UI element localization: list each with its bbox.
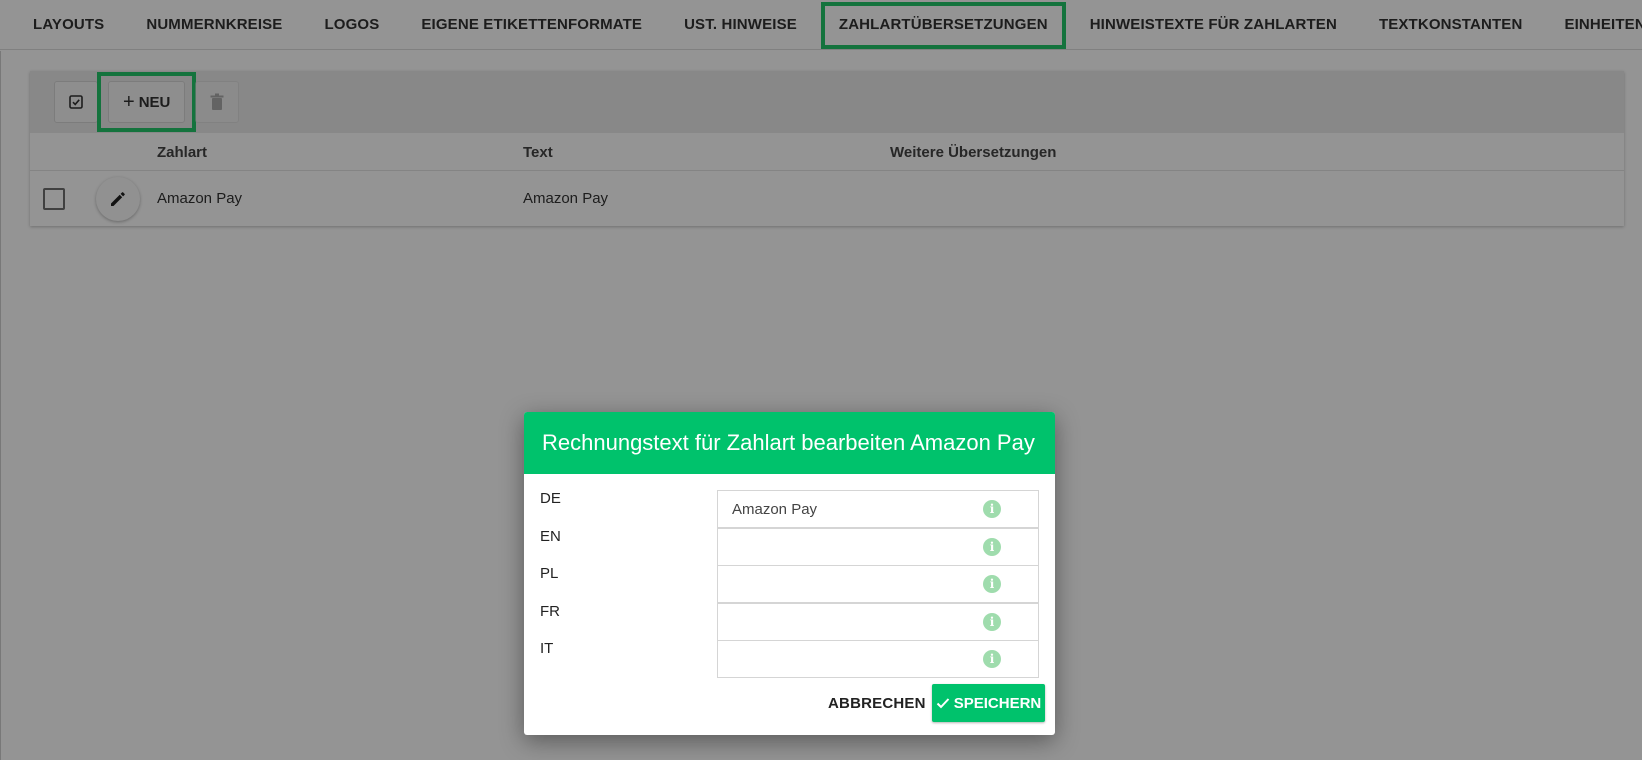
lang-label-fr: FR [540, 603, 560, 620]
cancel-button[interactable]: ABBRECHEN [822, 684, 932, 722]
lang-row-pl: PL i [524, 565, 1055, 603]
edit-invoice-text-dialog: Rechnungstext für Zahlart bearbeiten Ama… [524, 412, 1055, 735]
info-icon[interactable]: i [983, 500, 1001, 518]
dialog-body: DE i EN i PL i FR i IT i [524, 474, 1055, 678]
save-button-label: SPEICHERN [953, 694, 1042, 712]
lang-label-pl: PL [540, 565, 559, 582]
info-icon[interactable]: i [983, 575, 1001, 593]
lang-row-fr: FR i [524, 603, 1055, 641]
check-icon [936, 698, 949, 709]
lang-row-de: DE i [524, 490, 1055, 528]
info-icon[interactable]: i [983, 650, 1001, 668]
lang-label-it: IT [540, 640, 554, 657]
info-icon[interactable]: i [983, 538, 1001, 556]
dialog-title: Rechnungstext für Zahlart bearbeiten Ama… [524, 412, 1055, 474]
info-icon[interactable]: i [983, 613, 1001, 631]
lang-label-de: DE [540, 490, 561, 507]
lang-label-en: EN [540, 528, 561, 545]
lang-row-en: EN i [524, 528, 1055, 566]
save-button[interactable]: SPEICHERN [932, 684, 1045, 722]
dialog-actions: ABBRECHEN SPEICHERN [524, 670, 1055, 735]
